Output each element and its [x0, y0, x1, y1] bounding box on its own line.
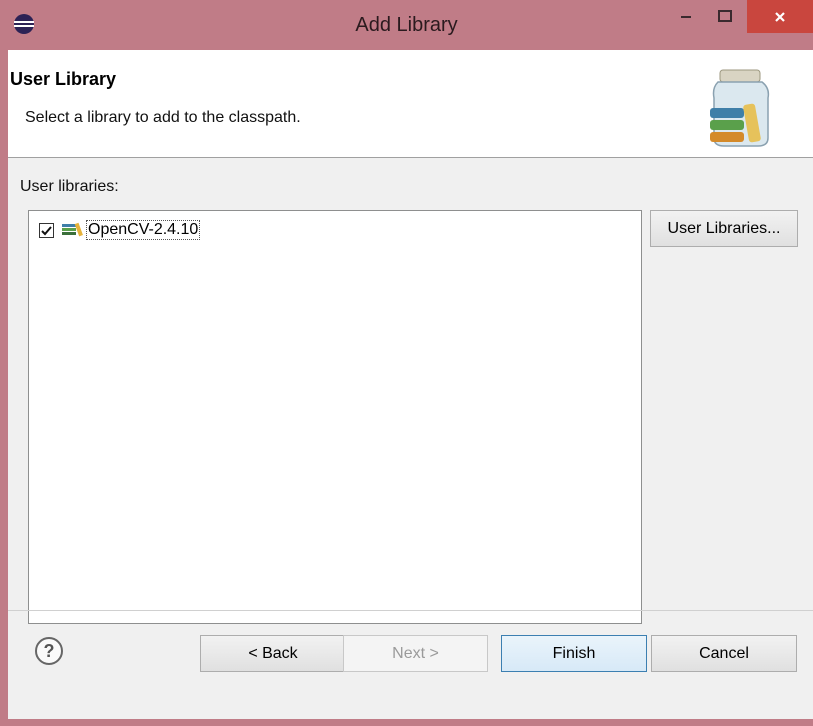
add-library-dialog: Add Library User Library Select a librar… [0, 0, 813, 726]
page-title: User Library [10, 69, 117, 89]
library-jar-icon [710, 69, 770, 147]
list-item[interactable]: OpenCV-2.4.10 [39, 219, 201, 241]
user-libraries-button[interactable]: User Libraries... [650, 210, 798, 247]
footer-divider [8, 610, 813, 611]
dialog-body: User Library Select a library to add to … [8, 50, 813, 719]
minimize-button[interactable] [670, 0, 702, 32]
window-bottom-frame [0, 719, 813, 726]
library-name: OpenCV-2.4.10 [86, 220, 201, 240]
maximize-icon [718, 10, 732, 22]
eclipse-icon [14, 14, 34, 34]
maximize-button[interactable] [706, 0, 744, 32]
user-libraries-label: User libraries: [20, 178, 119, 195]
title-bar[interactable]: Add Library [0, 0, 813, 50]
library-checkbox[interactable] [39, 222, 54, 238]
help-icon: ? [43, 640, 55, 661]
back-button[interactable]: < Back [200, 635, 346, 672]
finish-button[interactable]: Finish [501, 635, 647, 672]
library-books-icon [62, 222, 83, 237]
page-description: Select a library to add to the classpath… [25, 109, 301, 126]
user-libraries-list[interactable]: OpenCV-2.4.10 [28, 210, 642, 624]
next-button[interactable]: Next > [343, 635, 488, 672]
help-button[interactable]: ? [35, 637, 63, 665]
cancel-button[interactable]: Cancel [651, 635, 797, 672]
dialog-header: User Library Select a library to add to … [8, 50, 813, 158]
minimize-icon [681, 16, 691, 18]
checkmark-icon [41, 225, 52, 235]
close-icon [775, 11, 785, 22]
close-button[interactable] [747, 0, 813, 33]
